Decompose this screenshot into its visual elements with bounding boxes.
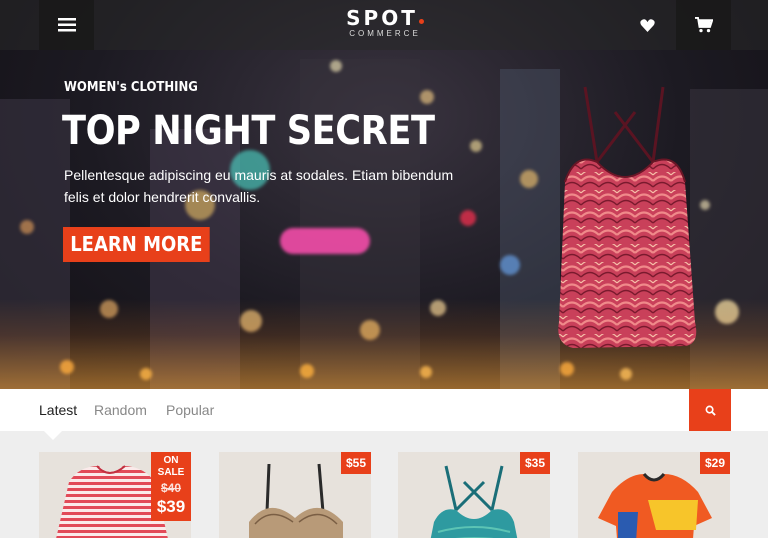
hamburger-icon (57, 18, 76, 32)
price-badge: $55 (340, 452, 371, 474)
product-card-striped-top[interactable]: ON SALE $40 $39 (39, 452, 191, 538)
site-logo[interactable]: SPOT COMMERCE (330, 6, 440, 38)
wishlist-button[interactable] (632, 12, 662, 38)
learn-more-button[interactable]: LEARN MORE (63, 227, 210, 262)
sale-price: $39 (156, 497, 186, 516)
hero-eyebrow: WOMEN's CLOTHING (64, 80, 198, 95)
product-card-sport-tee[interactable]: $29 (578, 452, 730, 538)
old-price: $40 (160, 481, 182, 495)
tab-latest[interactable]: Latest (39, 402, 77, 418)
hero-title: TOP NIGHT SECRET (62, 108, 435, 154)
camisole-image (558, 86, 697, 348)
product-card-lace-bra[interactable]: $55 (219, 452, 371, 538)
search-icon (705, 405, 716, 416)
product-tabs: Latest Random Popular (0, 389, 768, 431)
sale-badge: ON SALE $40 $39 (151, 452, 191, 521)
sale-label: ON SALE (157, 455, 185, 478)
logo-text: SPOT (346, 6, 418, 30)
top-navigation-bar: SPOT COMMERCE (0, 0, 768, 50)
menu-button[interactable] (39, 0, 94, 50)
heart-icon (639, 18, 655, 32)
active-tab-indicator (43, 430, 63, 440)
logo-subtitle: COMMERCE (349, 29, 421, 38)
cart-button[interactable] (676, 0, 731, 50)
tab-random[interactable]: Random (94, 402, 147, 418)
hero-description: Pellentesque adipiscing eu mauris at sod… (64, 167, 454, 205)
logo-dot (418, 19, 424, 24)
price-badge: $35 (519, 452, 550, 474)
product-card-green-tank[interactable]: $35 (398, 452, 550, 538)
search-button[interactable] (689, 389, 731, 431)
cart-icon (694, 17, 713, 33)
price-badge: $29 (699, 452, 730, 474)
tab-popular[interactable]: Popular (166, 402, 214, 418)
